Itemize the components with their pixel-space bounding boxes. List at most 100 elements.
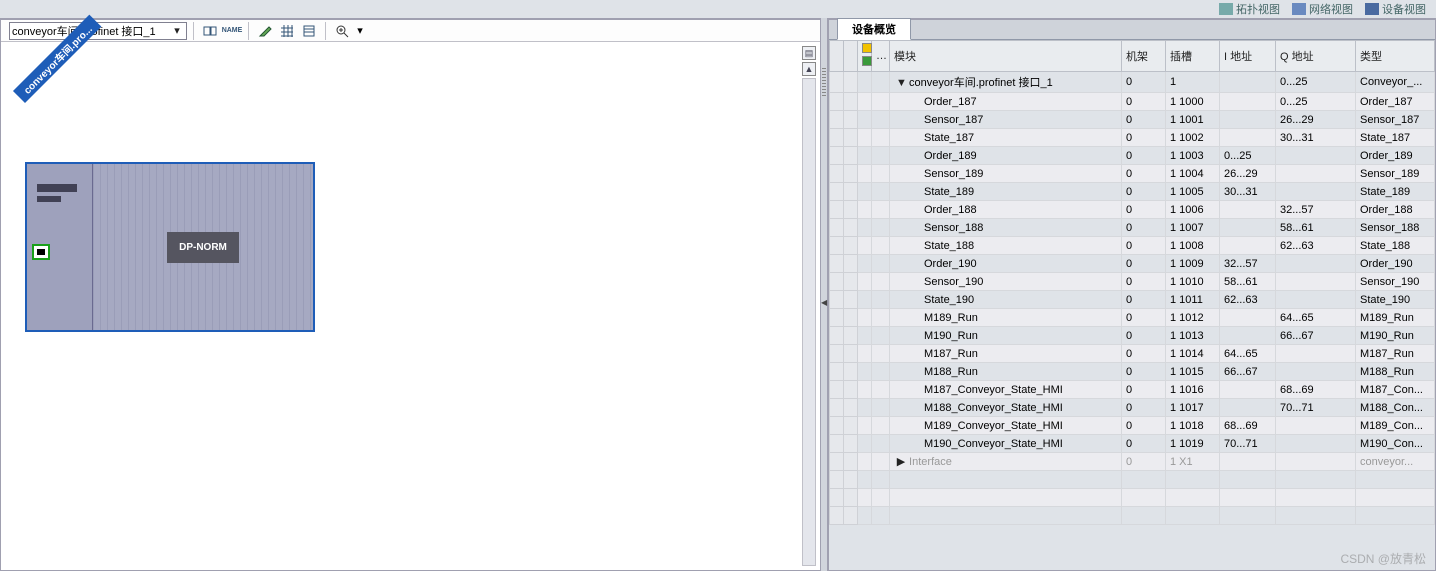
table-row[interactable]: State_18701 100230...31State_187 — [830, 129, 1435, 147]
cell-qaddr — [1276, 147, 1356, 165]
tab-network[interactable]: 网络视图 — [1292, 1, 1353, 17]
cell-type: M189_Con... — [1356, 417, 1435, 435]
cell-type: Sensor_189 — [1356, 165, 1435, 183]
hdr-qaddr[interactable]: Q 地址 — [1276, 41, 1356, 72]
ethernet-port-icon[interactable] — [32, 244, 50, 260]
table-row[interactable]: Sensor_19001 101058...61Sensor_190 — [830, 273, 1435, 291]
overview-pane: 设备概览 … 模块 机架 插槽 I 地址 — [828, 18, 1436, 571]
cell-module: M190_Run — [890, 327, 1122, 345]
table-row[interactable]: Order_19001 100932...57Order_190 — [830, 255, 1435, 273]
table-row-empty[interactable] — [830, 471, 1435, 489]
cell-qaddr: 0...25 — [1276, 93, 1356, 111]
cell-rack: 0 — [1122, 147, 1166, 165]
module-table-wrap: … 模块 机架 插槽 I 地址 Q 地址 类型 ▼ conveyor车间.pro… — [829, 40, 1435, 570]
tab-device[interactable]: 设备视图 — [1365, 1, 1426, 17]
table-row[interactable]: M188_Conveyor_State_HMI01 101770...71M18… — [830, 399, 1435, 417]
cell-module: State_187 — [890, 129, 1122, 147]
cell-iaddr — [1220, 309, 1276, 327]
cell-rack: 0 — [1122, 201, 1166, 219]
cell-iaddr — [1220, 381, 1276, 399]
table-row[interactable]: Sensor_18701 100126...29Sensor_187 — [830, 111, 1435, 129]
toolbar-btn-list[interactable] — [299, 22, 319, 40]
cell-qaddr — [1276, 435, 1356, 453]
expand-icon[interactable]: ▼ — [896, 77, 906, 89]
expand-icon[interactable]: ▶ — [896, 455, 906, 468]
hdr-iaddr[interactable]: I 地址 — [1220, 41, 1276, 72]
hdr-type[interactable]: 类型 — [1356, 41, 1435, 72]
network-icon — [1292, 3, 1306, 15]
cell-qaddr — [1276, 363, 1356, 381]
flag-yellow-icon — [862, 43, 872, 53]
cell-type: M190_Con... — [1356, 435, 1435, 453]
toolbar-btn-1[interactable] — [200, 22, 220, 40]
cell-module: Order_188 — [890, 201, 1122, 219]
hdr-module[interactable]: 模块 — [890, 41, 1122, 72]
cell-slot: 1 1003 — [1166, 147, 1220, 165]
table-row[interactable]: State_18801 100862...63State_188 — [830, 237, 1435, 255]
editor-pane: conveyor车间.profinet 接口_1 ▾ NAME ▾ convey… — [0, 18, 820, 571]
cell-iaddr: 66...67 — [1220, 363, 1276, 381]
table-row-empty[interactable] — [830, 489, 1435, 507]
table-row[interactable]: State_18901 100530...31State_189 — [830, 183, 1435, 201]
cell-type: conveyor... — [1356, 453, 1435, 471]
cell-rack: 0 — [1122, 219, 1166, 237]
toolbar-btn-zoom-dd[interactable]: ▾ — [354, 22, 366, 40]
cell-iaddr: 32...57 — [1220, 255, 1276, 273]
cell-slot: 1 X1 — [1166, 453, 1220, 471]
overview-tabs: 设备概览 — [829, 20, 1435, 40]
toolbar-btn-grid[interactable] — [277, 22, 297, 40]
tab-device-overview[interactable]: 设备概览 — [837, 18, 911, 40]
view-tabs: 拓扑视图 网络视图 设备视图 — [1219, 0, 1436, 18]
cell-type: Sensor_188 — [1356, 219, 1435, 237]
rail-collapse-icon[interactable]: ▤ — [802, 46, 816, 60]
cell-rack: 0 — [1122, 309, 1166, 327]
tab-topology[interactable]: 拓扑视图 — [1219, 1, 1280, 17]
hdr-dots[interactable]: … — [872, 41, 890, 72]
table-row[interactable]: M189_Run01 101264...65M189_Run — [830, 309, 1435, 327]
table-row[interactable]: M187_Conveyor_State_HMI01 101668...69M18… — [830, 381, 1435, 399]
toolbar-btn-name[interactable]: NAME — [222, 22, 242, 40]
tab-topology-label: 拓扑视图 — [1236, 1, 1280, 17]
splitter-arrow-icon[interactable]: ◀ — [821, 298, 827, 307]
cell-module: ▶ Interface — [890, 453, 1122, 471]
toolbar-btn-zoom[interactable] — [332, 22, 352, 40]
dropdown-icon: ▾ — [170, 24, 184, 37]
table-row[interactable]: ▶ Interface01 X1conveyor... — [830, 453, 1435, 471]
hdr-rack[interactable]: 机架 — [1122, 41, 1166, 72]
table-row[interactable]: M189_Conveyor_State_HMI01 101868...69M18… — [830, 417, 1435, 435]
cell-qaddr — [1276, 273, 1356, 291]
cell-rack: 0 — [1122, 363, 1166, 381]
cell-rack: 0 — [1122, 129, 1166, 147]
hdr-flag[interactable] — [858, 41, 872, 72]
cell-module: State_190 — [890, 291, 1122, 309]
cell-qaddr — [1276, 417, 1356, 435]
table-row[interactable]: State_19001 101162...63State_190 — [830, 291, 1435, 309]
splitter[interactable]: ◀ — [820, 18, 828, 571]
rail-track[interactable] — [802, 78, 816, 566]
cell-slot: 1 1017 — [1166, 399, 1220, 417]
toolbar-btn-edit[interactable] — [255, 22, 275, 40]
cell-qaddr — [1276, 453, 1356, 471]
cell-rack: 0 — [1122, 72, 1166, 93]
table-row[interactable]: Order_18701 10000...25Order_187 — [830, 93, 1435, 111]
cell-slot: 1 — [1166, 72, 1220, 93]
table-row[interactable]: Sensor_18801 100758...61Sensor_188 — [830, 219, 1435, 237]
table-row-empty[interactable] — [830, 507, 1435, 525]
table-row[interactable]: M190_Conveyor_State_HMI01 101970...71M19… — [830, 435, 1435, 453]
cell-type: M187_Run — [1356, 345, 1435, 363]
cell-type: M187_Con... — [1356, 381, 1435, 399]
hdr-slot[interactable]: 插槽 — [1166, 41, 1220, 72]
table-row[interactable]: M188_Run01 101566...67M188_Run — [830, 363, 1435, 381]
device-rack[interactable]: DP-NORM — [25, 162, 315, 332]
table-row[interactable]: Sensor_18901 100426...29Sensor_189 — [830, 165, 1435, 183]
cell-rack: 0 — [1122, 345, 1166, 363]
editor-canvas[interactable]: conveyor车间.pro... DP-NORM — [1, 42, 820, 570]
hdr-stub — [830, 41, 844, 72]
cell-qaddr — [1276, 255, 1356, 273]
table-row[interactable]: Order_18801 100632...57Order_188 — [830, 201, 1435, 219]
table-row[interactable]: M190_Run01 101366...67M190_Run — [830, 327, 1435, 345]
table-row[interactable]: ▼ conveyor车间.profinet 接口_1010...25Convey… — [830, 72, 1435, 93]
table-row[interactable]: Order_18901 10030...25Order_189 — [830, 147, 1435, 165]
table-row[interactable]: M187_Run01 101464...65M187_Run — [830, 345, 1435, 363]
rail-up-icon[interactable]: ▲ — [802, 62, 816, 76]
